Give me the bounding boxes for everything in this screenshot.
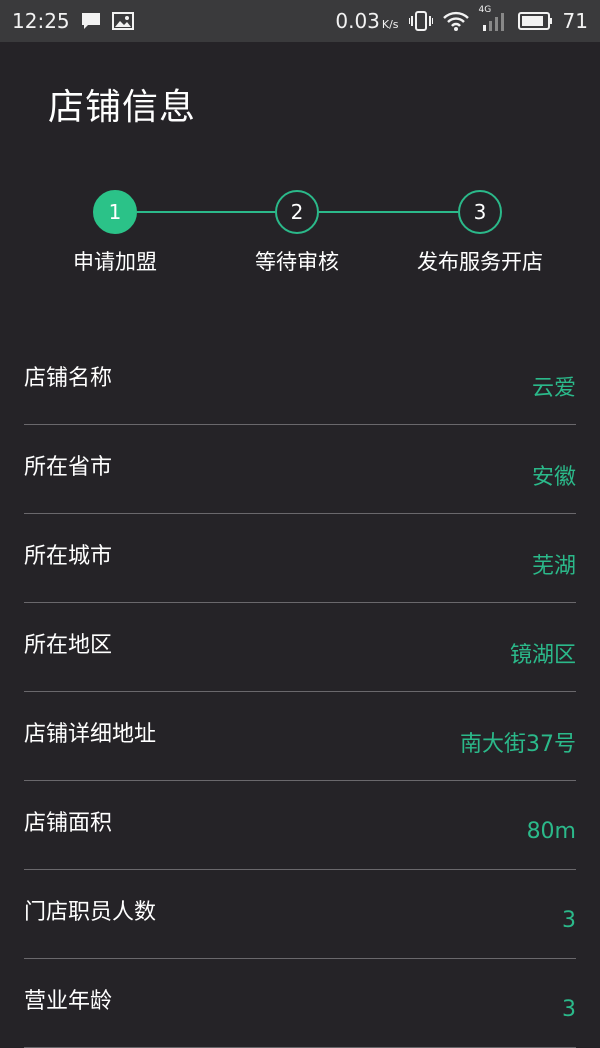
row-staff-count[interactable]: 门店职员人数 3 [24, 870, 576, 959]
row-value: 云爱 [531, 376, 576, 401]
vibrate-icon [408, 10, 433, 32]
row-label: 店铺名称 [24, 366, 113, 391]
network-speed-unit: K/s [381, 18, 399, 31]
row-store-name[interactable]: 店铺名称 云爱 [24, 336, 576, 425]
signal-icon: 4G [479, 5, 507, 31]
row-value: 安徽 [531, 465, 576, 490]
row-value: 80m [526, 818, 576, 844]
network-speed-value: 0.03 [335, 9, 380, 33]
step-connector-1 [137, 211, 275, 213]
page-title: 店铺信息 [48, 87, 197, 128]
step-3-number: 3 [473, 200, 487, 224]
status-bar: 12:25 0.03 K/s 4G 71 [0, 0, 600, 42]
row-label: 所在城市 [24, 544, 113, 569]
row-label: 门店职员人数 [24, 900, 157, 925]
status-bar-right: 0.03 K/s 4G 71 [335, 5, 588, 33]
step-3-label: 发布服务开店 [417, 250, 543, 274]
status-bar-left: 12:25 [12, 9, 134, 33]
row-value: 3 [562, 907, 576, 933]
step-2-label: 等待审核 [255, 250, 339, 274]
step-3-circle: 3 [458, 190, 502, 234]
row-area[interactable]: 店铺面积 80m [24, 781, 576, 870]
progress-stepper: 1 2 3 申请加盟 等待审核 发布服务开店 [0, 188, 600, 288]
step-connector-2 [319, 211, 458, 213]
step-2-circle: 2 [275, 190, 319, 234]
row-value: 南大街37号 [460, 732, 576, 757]
row-label: 营业年龄 [24, 989, 113, 1014]
row-address[interactable]: 店铺详细地址 南大街37号 [24, 692, 576, 781]
image-icon [111, 11, 134, 31]
battery-level: 71 [562, 9, 588, 33]
step-2-number: 2 [290, 200, 304, 224]
row-label: 店铺详细地址 [24, 722, 157, 747]
step-1-number: 1 [108, 200, 122, 224]
row-business-years[interactable]: 营业年龄 3 [24, 959, 576, 1048]
row-label: 所在省市 [24, 455, 113, 480]
network-type: 4G [478, 5, 492, 15]
wifi-icon [442, 11, 469, 31]
row-value: 镜湖区 [509, 643, 576, 668]
row-city[interactable]: 所在城市 芜湖 [24, 514, 576, 603]
row-label: 店铺面积 [24, 811, 113, 836]
network-speed: 0.03 K/s [335, 9, 398, 33]
step-1-circle: 1 [93, 190, 137, 234]
row-label: 所在地区 [24, 633, 113, 658]
row-district[interactable]: 所在地区 镜湖区 [24, 603, 576, 692]
battery-icon [517, 11, 553, 31]
row-value: 芜湖 [531, 554, 576, 579]
step-1-label: 申请加盟 [73, 250, 157, 274]
row-value: 3 [562, 996, 576, 1022]
status-time: 12:25 [12, 9, 70, 33]
row-province[interactable]: 所在省市 安徽 [24, 425, 576, 514]
store-info-list: 店铺名称 云爱 所在省市 安徽 所在城市 芜湖 所在地区 镜湖区 店铺详细地址 … [24, 336, 576, 1048]
message-icon [80, 11, 102, 31]
